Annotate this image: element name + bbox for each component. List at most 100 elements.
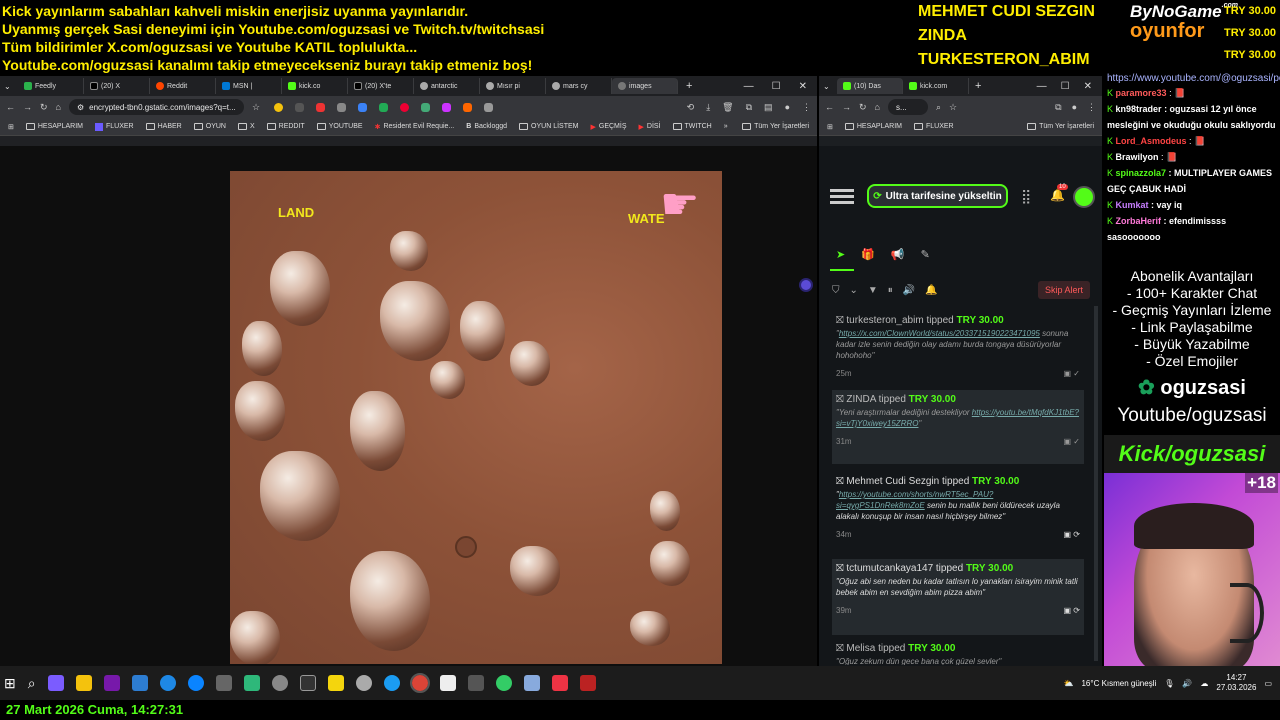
bookmark-folder[interactable]: X xyxy=(237,123,255,130)
extension-icon[interactable] xyxy=(484,102,494,112)
bookmark-folder[interactable]: FLUXER xyxy=(95,122,134,131)
file-explorer-icon[interactable] xyxy=(75,675,92,691)
site-info-icon[interactable]: ⚙ xyxy=(77,103,84,112)
download-icon[interactable]: ⤓ xyxy=(706,102,710,113)
app-icon[interactable] xyxy=(579,675,596,691)
back-icon[interactable]: ← xyxy=(825,102,834,112)
extension-icon[interactable] xyxy=(274,102,284,112)
tip-link[interactable]: https://x.com/ClownWorld/status/20337151… xyxy=(839,329,1040,338)
puzzle-icon[interactable]: ⧉ xyxy=(746,102,752,113)
bookmark-link[interactable]: ▶ DİSİ xyxy=(639,123,661,131)
floating-extension-icon[interactable] xyxy=(799,278,813,292)
bookmark-folder[interactable]: REDDIT xyxy=(266,123,305,130)
notes-icon[interactable] xyxy=(327,675,344,691)
close-icon[interactable]: ✕ xyxy=(799,81,807,92)
bookmark-folder[interactable]: TWITCH xyxy=(672,123,712,130)
tab-dashboard[interactable]: (10) Das xyxy=(837,78,903,94)
all-bookmarks[interactable]: Tüm Yer İşaretleri xyxy=(742,123,809,130)
bookmark-folder[interactable]: HESAPLARIM xyxy=(25,123,83,130)
zoom-icon[interactable]: ⌕ xyxy=(936,102,941,113)
apps-icon[interactable]: ⊞ xyxy=(827,123,833,131)
weather-text[interactable]: 16°C Kısmen güneşli xyxy=(1081,679,1156,688)
reload-icon[interactable]: ↻ xyxy=(40,102,48,113)
maximize-icon[interactable]: ☐ xyxy=(772,81,781,92)
close-icon[interactable]: ✕ xyxy=(1084,81,1092,92)
upgrade-plan-button[interactable]: ⟳ Ultra tarifesine yükseltin xyxy=(867,184,1008,208)
tab-feedly[interactable]: Feedly xyxy=(18,78,84,94)
extension-icon[interactable] xyxy=(442,102,452,112)
weather-icon[interactable]: ⛅ xyxy=(1064,679,1074,688)
pause-icon[interactable]: ⏸ xyxy=(888,285,893,296)
gift-icon[interactable]: 🎁 xyxy=(861,248,875,261)
extension-icon[interactable] xyxy=(316,102,326,112)
volume-icon[interactable]: 🔊 xyxy=(1182,679,1192,688)
back-icon[interactable]: ← xyxy=(6,102,15,112)
clock-date[interactable]: 27.03.2026 xyxy=(1216,683,1256,693)
tab-mars[interactable]: mars cy xyxy=(546,78,612,94)
camera-icon[interactable] xyxy=(215,675,232,691)
refresh-app-icon[interactable] xyxy=(159,675,176,691)
volume-icon[interactable]: 🔊 xyxy=(903,285,915,296)
tab-search-icon[interactable]: ⌄ xyxy=(4,82,18,91)
avatar[interactable] xyxy=(1073,186,1095,208)
app-icon[interactable] xyxy=(383,675,400,691)
profile-icon[interactable]: ● xyxy=(1072,102,1077,113)
address-bar[interactable]: s... xyxy=(887,99,928,115)
apps-icon[interactable]: ⊞ xyxy=(8,123,14,131)
tab-search-icon[interactable]: ⌄ xyxy=(823,82,837,91)
extension-icon[interactable] xyxy=(400,102,410,112)
profile-icon[interactable]: ● xyxy=(785,102,790,113)
clock-time[interactable]: 14:27 xyxy=(1226,673,1246,683)
tab-kick[interactable]: kick.co xyxy=(282,78,348,94)
more-bookmarks-icon[interactable]: » xyxy=(724,123,728,130)
home-icon[interactable]: ⌂ xyxy=(875,102,880,112)
chrome-icon[interactable] xyxy=(409,673,430,693)
extension-icon[interactable] xyxy=(379,102,389,112)
tab-x2[interactable]: (20) X'te xyxy=(348,78,414,94)
network-icon[interactable]: ☁ xyxy=(1200,679,1208,688)
forward-icon[interactable]: → xyxy=(842,102,851,112)
extension-icon[interactable] xyxy=(295,102,305,112)
send-icon[interactable]: ➤ xyxy=(836,248,845,261)
bookmark-folder[interactable]: OYUN xyxy=(193,123,226,130)
apps-grid-icon[interactable]: ⣿ xyxy=(1021,188,1031,205)
bookmark-folder[interactable]: HABER xyxy=(145,123,182,130)
replay-icon[interactable]: ▣ ✓ xyxy=(1064,437,1080,446)
maximize-icon[interactable]: ☐ xyxy=(1061,81,1070,92)
bookmark-link[interactable]: ▶ GEÇMİŞ xyxy=(590,123,626,131)
bookmark-link[interactable]: ✱ Resident Evil Requie... xyxy=(375,123,455,131)
filter-icon[interactable]: ▼ xyxy=(868,285,878,296)
obs-icon[interactable] xyxy=(299,675,316,691)
skip-alert-button[interactable]: Skip Alert xyxy=(1038,281,1090,299)
bookmark-link[interactable]: B Backloggd xyxy=(466,123,507,130)
reload-icon[interactable]: ↻ xyxy=(859,102,867,113)
minimize-icon[interactable]: — xyxy=(1037,81,1047,92)
replay-icon[interactable]: ▣ ✓ xyxy=(1064,369,1080,378)
forward-icon[interactable]: → xyxy=(23,102,32,112)
all-bookmarks[interactable]: Tüm Yer İşaretleri xyxy=(1027,123,1094,130)
megaphone-icon[interactable]: 📢 xyxy=(891,248,905,261)
tab-kick[interactable]: kick.com xyxy=(903,78,969,94)
app-icon[interactable] xyxy=(439,675,456,691)
edge-icon[interactable] xyxy=(187,675,204,691)
extension-icon[interactable] xyxy=(337,102,347,112)
bell-icon[interactable]: 🔔 xyxy=(925,285,937,296)
controller-icon[interactable] xyxy=(467,675,484,691)
pen-app-icon[interactable] xyxy=(47,675,64,691)
tab-x[interactable]: (20) X xyxy=(84,78,150,94)
shield-icon[interactable]: ⛉ xyxy=(832,285,840,296)
trash-icon[interactable]: 🗑 xyxy=(722,102,733,113)
home-icon[interactable]: ⌂ xyxy=(56,102,61,112)
steam-icon[interactable] xyxy=(271,675,288,691)
bookmark-folder[interactable]: HESAPLARIM xyxy=(844,123,902,130)
vivaldi-icon[interactable] xyxy=(551,675,568,691)
replay-icon[interactable]: ▣ ⟳ xyxy=(1064,530,1080,539)
minimize-icon[interactable]: — xyxy=(744,81,754,92)
bookmark-folder[interactable]: YOUTUBE xyxy=(316,123,363,130)
menu-icon[interactable]: ⋮ xyxy=(1087,102,1096,113)
mic-icon[interactable]: 🎙 xyxy=(1164,679,1174,688)
history-icon[interactable]: ⟲ xyxy=(687,102,695,113)
bookmark-folder[interactable]: OYUN LİSTEM xyxy=(519,123,578,130)
scrollbar[interactable] xyxy=(1094,306,1098,661)
menu-icon[interactable]: ⋮ xyxy=(802,102,811,113)
